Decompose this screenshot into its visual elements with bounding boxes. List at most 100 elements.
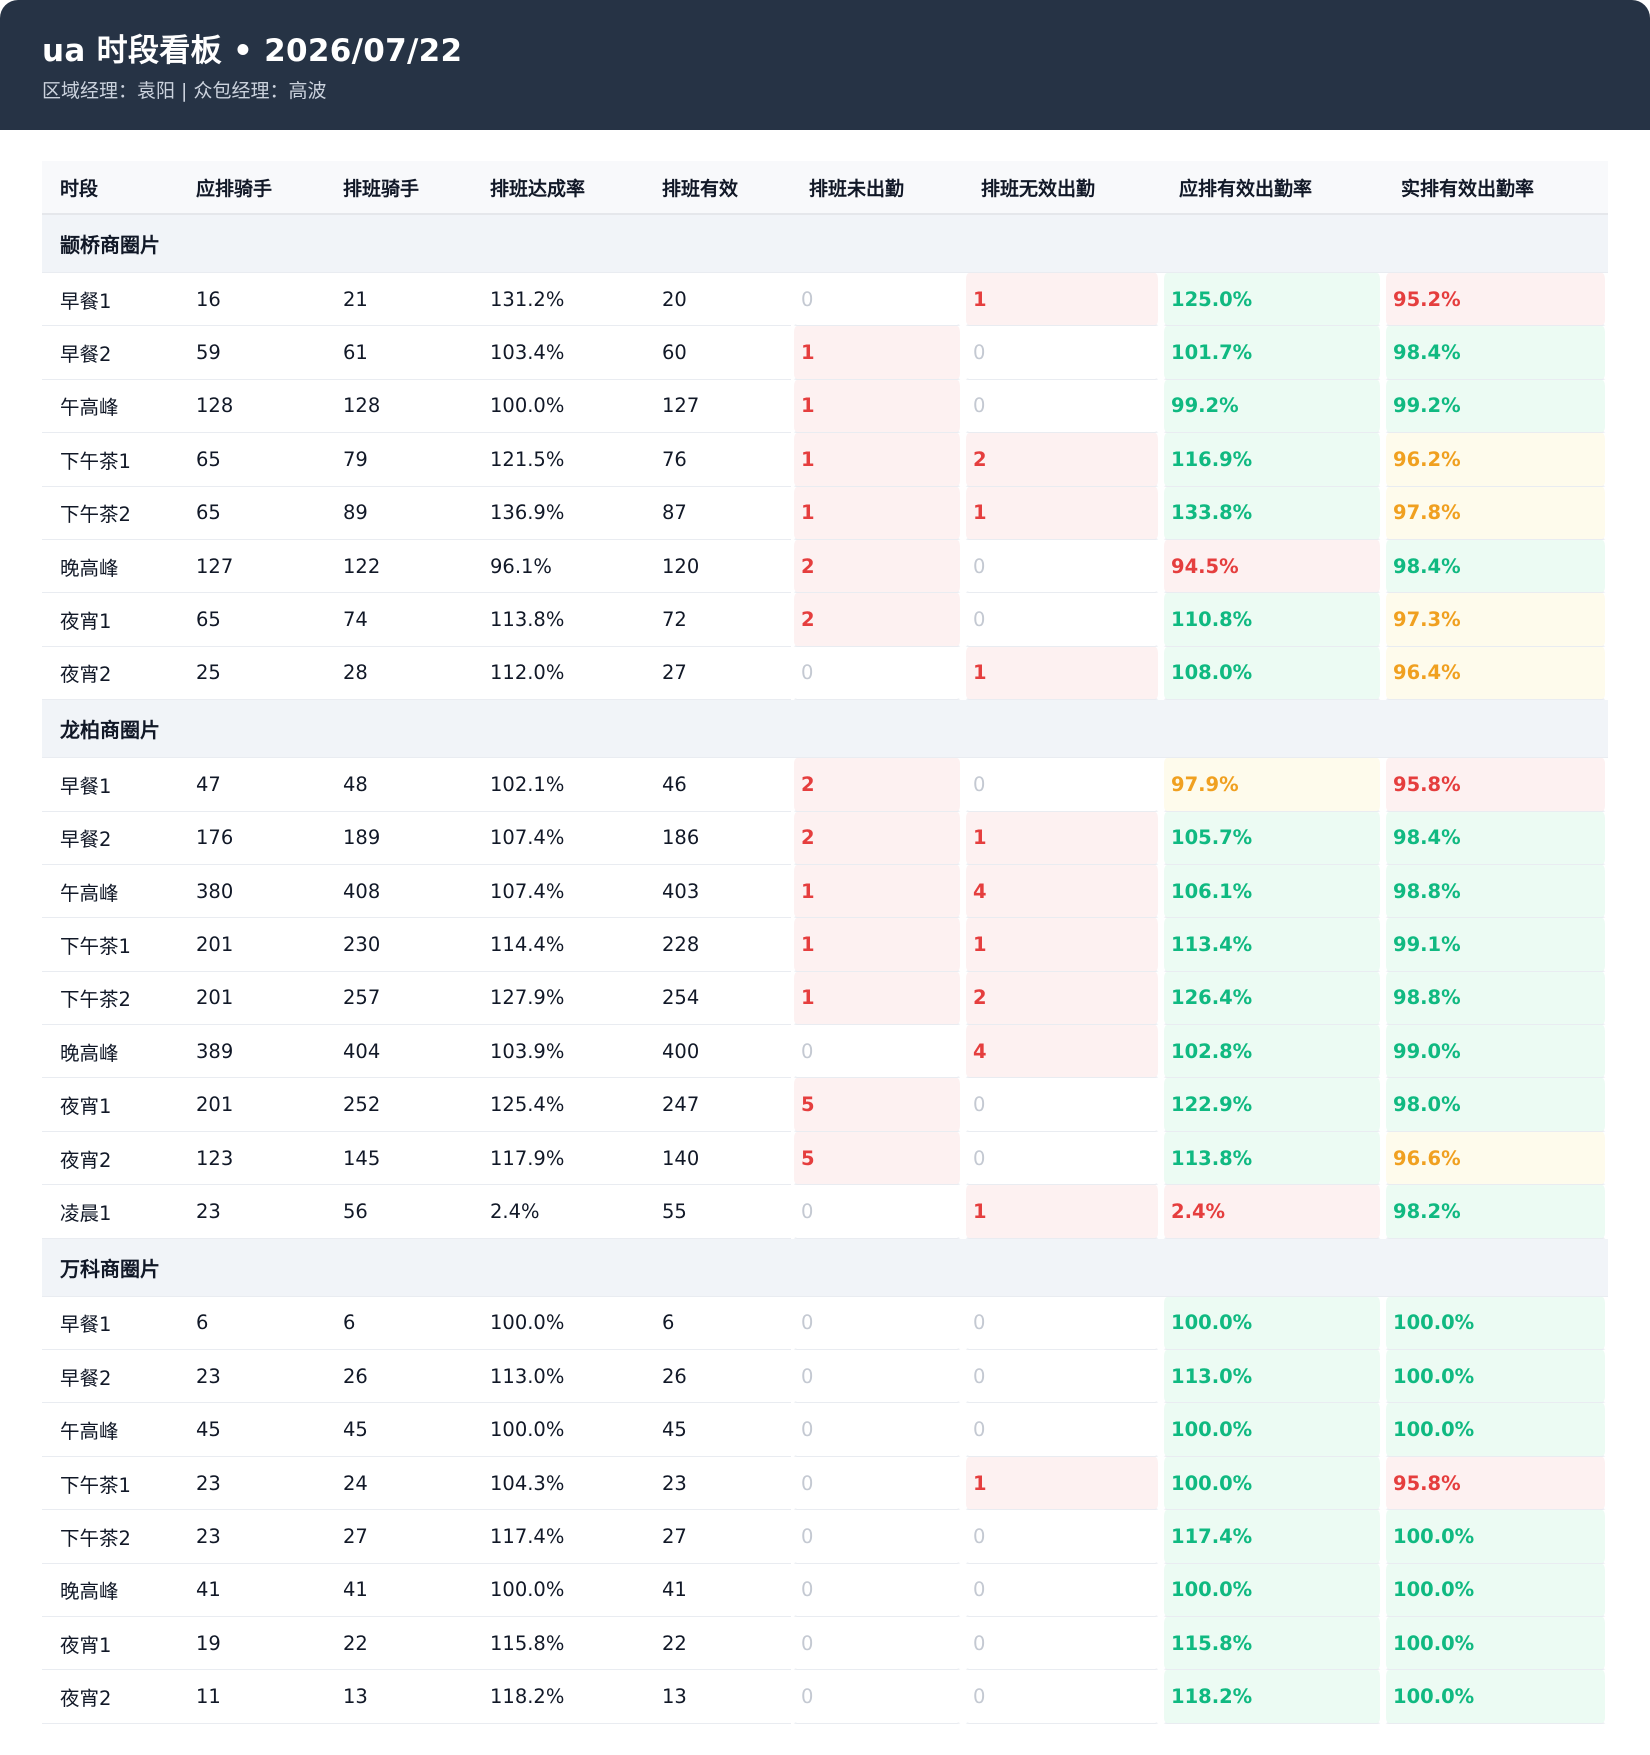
cell-absent: 0 [791, 1025, 963, 1079]
table-row[interactable]: 夜宵2 25 28 112.0% 27 0 1 108.0% 96.4% [42, 646, 1608, 701]
cell-actual-rate: 100.0% [1383, 1350, 1608, 1404]
group-row: 万科商圈片 [42, 1238, 1608, 1297]
column-header-slot[interactable]: 时段 [42, 161, 178, 215]
cell-absent: 1 [791, 326, 963, 380]
cell-absent: 2 [791, 593, 963, 647]
column-header-planned[interactable]: 应排骑手 [178, 161, 325, 215]
table-row[interactable]: 晚高峰 127 122 96.1% 120 2 0 94.5% 98.4% [42, 539, 1608, 594]
cell-absent: 1 [791, 379, 963, 434]
cell-planned-rate: 113.4% [1161, 918, 1383, 972]
table-row[interactable]: 凌晨1 23 56 2.4% 55 0 1 2.4% 98.2% [42, 1185, 1608, 1239]
column-header-planned-rate[interactable]: 应排有效出勤率 [1161, 161, 1383, 215]
table-row[interactable]: 夜宵2 11 13 118.2% 13 0 0 118.2% 100.0% [42, 1670, 1608, 1724]
column-header-absent[interactable]: 排班未出勤 [791, 161, 963, 215]
cell-invalid: 4 [963, 864, 1161, 919]
column-header-rate[interactable]: 排班达成率 [472, 161, 644, 215]
cell-rate: 104.3% [472, 1457, 644, 1511]
table-row[interactable]: 晚高峰 389 404 103.9% 400 0 4 102.8% 99.0% [42, 1025, 1608, 1079]
cell-invalid: 0 [963, 1616, 1161, 1671]
table-row[interactable]: 早餐2 59 61 103.4% 60 1 0 101.7% 98.4% [42, 326, 1608, 380]
cell-invalid: 0 [963, 379, 1161, 434]
cell-rate: 115.8% [472, 1617, 644, 1671]
cell-valid: 72 [644, 593, 791, 647]
cell-actual-rate: 96.2% [1383, 433, 1608, 487]
cell-invalid: 0 [963, 1563, 1161, 1617]
cell-planned: 123 [178, 1132, 325, 1186]
cell-absent: 1 [791, 918, 963, 972]
cell-planned: 176 [178, 812, 325, 865]
cell-planned: 25 [178, 647, 325, 701]
cell-valid: 27 [644, 647, 791, 701]
table-row[interactable]: 早餐2 176 189 107.4% 186 2 1 105.7% 98.4% [42, 811, 1608, 865]
cell-invalid: 0 [963, 758, 1161, 812]
table-row[interactable]: 下午茶2 201 257 127.9% 254 1 2 126.4% 98.8% [42, 971, 1608, 1026]
cell-rate: 118.2% [472, 1670, 644, 1724]
table-row[interactable]: 下午茶1 23 24 104.3% 23 0 1 100.0% 95.8% [42, 1456, 1608, 1511]
cell-scheduled: 257 [325, 972, 472, 1026]
cell-rate: 113.8% [472, 593, 644, 647]
table-row[interactable]: 下午茶1 65 79 121.5% 76 1 2 116.9% 96.2% [42, 433, 1608, 487]
cell-planned-rate: 126.4% [1161, 971, 1383, 1026]
table-row[interactable]: 夜宵1 19 22 115.8% 22 0 0 115.8% 100.0% [42, 1616, 1608, 1671]
cell-invalid: 1 [963, 486, 1161, 540]
table-row[interactable]: 早餐1 6 6 100.0% 6 0 0 100.0% 100.0% [42, 1296, 1608, 1351]
cell-valid: 186 [644, 812, 791, 865]
cell-planned-rate: 100.0% [1161, 1296, 1383, 1351]
cell-scheduled: 22 [325, 1617, 472, 1671]
cell-scheduled: 79 [325, 433, 472, 487]
cell-actual-rate: 97.8% [1383, 486, 1608, 540]
column-header-scheduled[interactable]: 排班骑手 [325, 161, 472, 215]
table-row[interactable]: 下午茶2 65 89 136.9% 87 1 1 133.8% 97.8% [42, 486, 1608, 540]
cell-planned: 201 [178, 972, 325, 1026]
cell-slot: 夜宵2 [42, 647, 178, 701]
cell-rate: 103.9% [472, 1025, 644, 1079]
cell-planned: 23 [178, 1185, 325, 1239]
column-header-invalid[interactable]: 排班无效出勤 [963, 161, 1161, 215]
cell-slot: 夜宵1 [42, 593, 178, 647]
group-name: 万科商圈片 [42, 1238, 1608, 1297]
cell-planned-rate: 100.0% [1161, 1456, 1383, 1511]
table-row[interactable]: 夜宵1 65 74 113.8% 72 2 0 110.8% 97.3% [42, 593, 1608, 647]
cell-valid: 254 [644, 972, 791, 1026]
column-header-valid[interactable]: 排班有效 [644, 161, 791, 215]
table-row[interactable]: 早餐1 47 48 102.1% 46 2 0 97.9% 95.8% [42, 758, 1608, 812]
cell-actual-rate: 100.0% [1383, 1616, 1608, 1671]
cell-planned-rate: 97.9% [1161, 758, 1383, 812]
table-row[interactable]: 午高峰 128 128 100.0% 127 1 0 99.2% 99.2% [42, 379, 1608, 434]
table-row[interactable]: 早餐1 16 21 131.2% 20 0 1 125.0% 95.2% [42, 273, 1608, 327]
cell-planned-rate: 102.8% [1161, 1025, 1383, 1079]
cell-scheduled: 230 [325, 918, 472, 972]
table-row[interactable]: 晚高峰 41 41 100.0% 41 0 0 100.0% 100.0% [42, 1563, 1608, 1617]
cell-planned-rate: 101.7% [1161, 326, 1383, 380]
cell-invalid: 0 [963, 326, 1161, 380]
cell-slot: 夜宵2 [42, 1132, 178, 1186]
table-row[interactable]: 下午茶2 23 27 117.4% 27 0 0 117.4% 100.0% [42, 1510, 1608, 1564]
cell-planned: 23 [178, 1457, 325, 1511]
cell-rate: 107.4% [472, 865, 644, 919]
cell-rate: 112.0% [472, 647, 644, 701]
cell-invalid: 0 [963, 1078, 1161, 1132]
table-row[interactable]: 午高峰 45 45 100.0% 45 0 0 100.0% 100.0% [42, 1403, 1608, 1457]
cell-slot: 晚高峰 [42, 540, 178, 594]
cell-slot: 午高峰 [42, 380, 178, 434]
column-header-actual-rate[interactable]: 实排有效出勤率 [1383, 161, 1608, 215]
table-row[interactable]: 下午茶1 201 230 114.4% 228 1 1 113.4% 99.1% [42, 918, 1608, 972]
cell-valid: 41 [644, 1564, 791, 1617]
cell-invalid: 1 [963, 646, 1161, 701]
table-row[interactable]: 午高峰 380 408 107.4% 403 1 4 106.1% 98.8% [42, 864, 1608, 919]
cell-planned: 380 [178, 865, 325, 919]
cell-absent: 2 [791, 811, 963, 865]
cell-scheduled: 28 [325, 647, 472, 701]
cell-valid: 20 [644, 273, 791, 327]
dashboard-header: ua 时段看板 • 2026/07/22 区域经理：袁阳 | 众包经理：高波 [0, 0, 1650, 130]
cell-slot: 夜宵1 [42, 1078, 178, 1132]
table-row[interactable]: 夜宵1 201 252 125.4% 247 5 0 122.9% 98.0% [42, 1078, 1608, 1132]
cell-actual-rate: 99.2% [1383, 379, 1608, 434]
cell-slot: 早餐2 [42, 812, 178, 865]
table-row[interactable]: 夜宵2 123 145 117.9% 140 5 0 113.8% 96.6% [42, 1131, 1608, 1186]
cell-absent: 0 [791, 1563, 963, 1617]
table-row[interactable]: 早餐2 23 26 113.0% 26 0 0 113.0% 100.0% [42, 1350, 1608, 1404]
cell-rate: 100.0% [472, 1403, 644, 1457]
cell-planned-rate: 118.2% [1161, 1670, 1383, 1724]
cell-actual-rate: 98.4% [1383, 811, 1608, 865]
